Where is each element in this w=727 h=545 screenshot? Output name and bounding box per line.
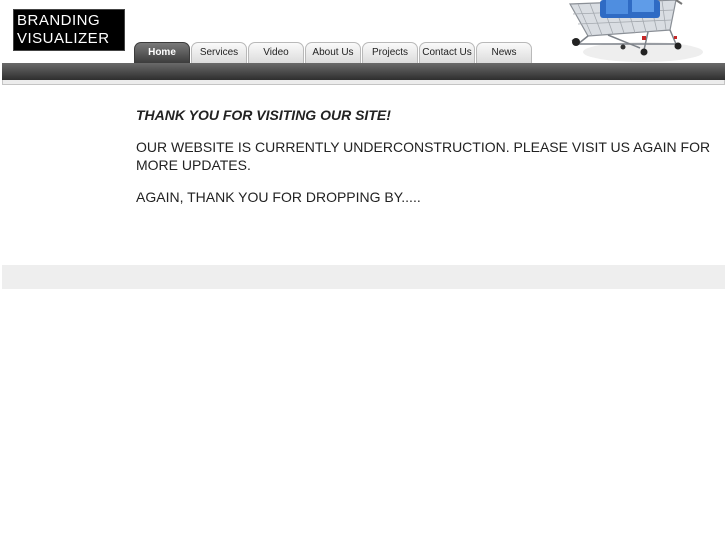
thank-you-heading: THANK YOU FOR VISITING OUR SITE! xyxy=(136,107,391,123)
construction-message: OUR WEBSITE IS CURRENTLY UNDERCONSTRUCTI… xyxy=(136,139,711,173)
site-logo[interactable]: BRANDING VISUALIZER xyxy=(13,9,125,51)
tab-contact-us[interactable]: Contact Us xyxy=(419,42,475,63)
tab-services[interactable]: Services xyxy=(191,42,247,63)
page: BRANDING VISUALIZER Home Services Video … xyxy=(0,0,727,545)
nav-bar-shadow xyxy=(2,80,725,85)
tab-video[interactable]: Video xyxy=(248,42,304,63)
tab-about-us[interactable]: About Us xyxy=(305,42,361,63)
main-content: THANK YOU FOR VISITING OUR SITE! OUR WEB… xyxy=(136,106,711,220)
main-nav-tabs: Home Services Video About Us Projects Co… xyxy=(134,42,532,63)
tab-home[interactable]: Home xyxy=(134,42,190,63)
footer-band xyxy=(2,265,725,289)
logo-line-2: VISUALIZER xyxy=(17,30,110,47)
tab-news[interactable]: News xyxy=(476,42,532,63)
tab-projects[interactable]: Projects xyxy=(362,42,418,63)
shopping-cart-icon xyxy=(548,0,708,63)
logo-line-1: BRANDING xyxy=(17,12,101,29)
thank-again-message: AGAIN, THANK YOU FOR DROPPING BY..... xyxy=(136,189,421,205)
nav-bar xyxy=(2,63,725,80)
